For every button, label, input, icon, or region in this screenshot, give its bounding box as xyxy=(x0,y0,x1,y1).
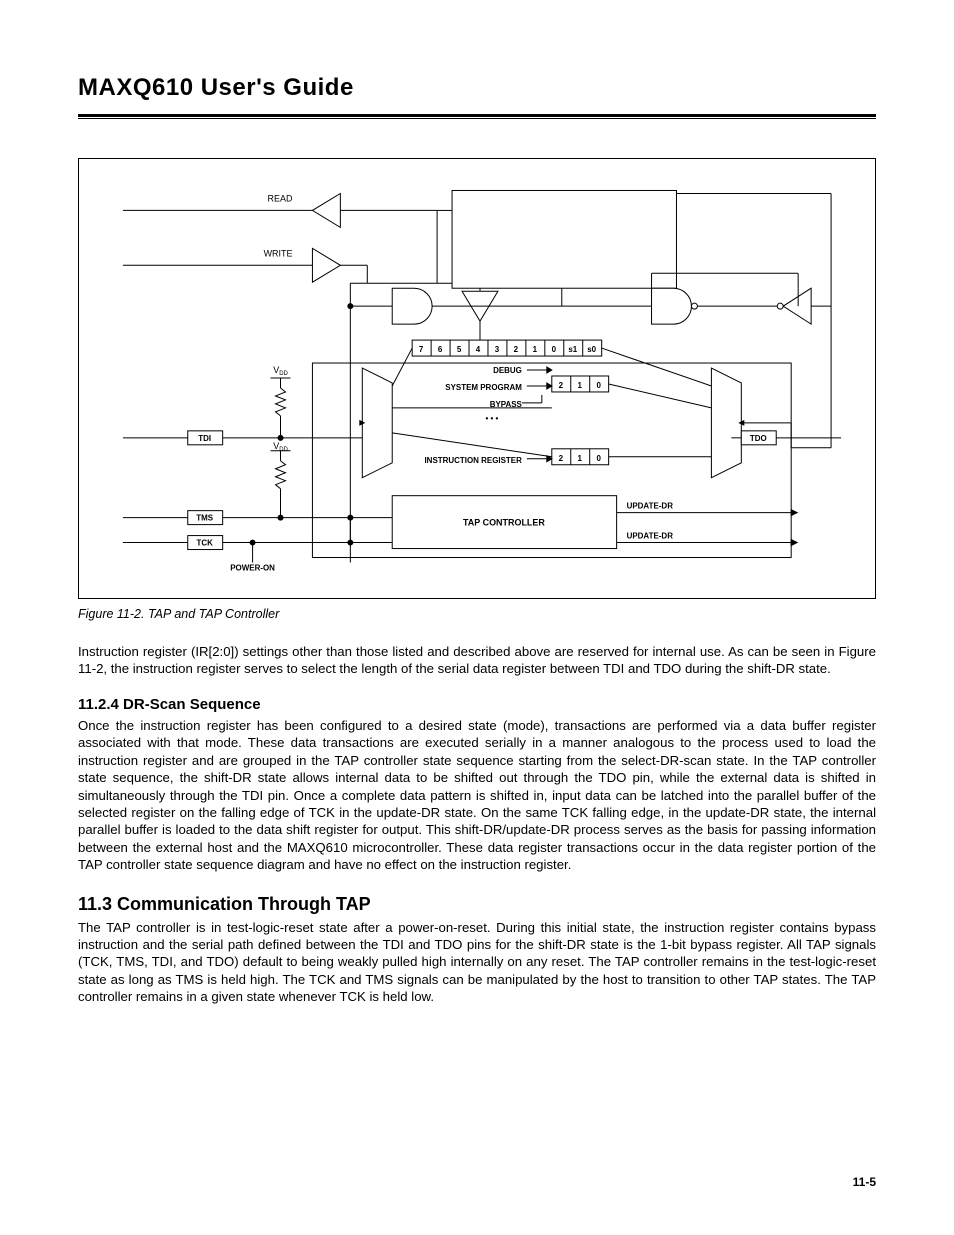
page-title: MAXQ610 User's Guide xyxy=(78,74,876,102)
figure-caption: Figure 11-2. TAP and TAP Controller xyxy=(78,607,876,621)
power-on-reset-label: POWER-ONRESET xyxy=(230,563,275,573)
bits-10-row: 7 6 5 4 3 2 1 0 s1 s0 xyxy=(412,340,602,356)
tck-label: TCK xyxy=(197,539,214,548)
tap-controller-label: TAP CONTROLLER xyxy=(463,518,545,528)
dots-label: • • • xyxy=(486,414,499,423)
debug-label: DEBUG xyxy=(493,366,522,375)
instruction-register-label: INSTRUCTION REGISTER xyxy=(424,456,522,465)
svg-text:3: 3 xyxy=(495,345,500,354)
update-dr-2-label: UPDATE-DR xyxy=(627,532,674,541)
tms-label: TMS xyxy=(196,514,213,523)
figure-11-2: READ WRITE 7 6 5 4 3 2 1 0 s1 s0 DEBUG S… xyxy=(78,158,876,599)
tap-diagram-svg: READ WRITE 7 6 5 4 3 2 1 0 s1 s0 DEBUG S… xyxy=(93,173,861,573)
svg-text:s0: s0 xyxy=(587,345,596,354)
svg-text:2: 2 xyxy=(514,345,519,354)
svg-text:0: 0 xyxy=(596,381,601,390)
page-number: 11-5 xyxy=(853,1175,876,1189)
vdd1-label: VDD xyxy=(273,365,288,377)
write-label: WRITE xyxy=(264,248,293,258)
bits-3b-row: 2 1 0 xyxy=(552,449,609,465)
svg-text:5: 5 xyxy=(457,345,462,354)
svg-text:0: 0 xyxy=(596,454,601,463)
bits-3a-row: 2 1 0 xyxy=(552,376,609,392)
system-program-label: SYSTEM PROGRAM xyxy=(445,383,522,392)
paragraph-1: Instruction register (IR[2:0]) settings … xyxy=(78,643,876,678)
svg-text:6: 6 xyxy=(438,345,443,354)
tdi-label: TDI xyxy=(198,434,211,443)
section-11-2-4-body: Once the instruction register has been c… xyxy=(78,717,876,874)
title-rule xyxy=(78,114,876,118)
svg-text:4: 4 xyxy=(476,345,481,354)
svg-text:1: 1 xyxy=(578,454,583,463)
update-dr-1-label: UPDATE-DR xyxy=(627,502,674,511)
section-11-3-body: The TAP controller is in test-logic-rese… xyxy=(78,919,876,1006)
svg-text:0: 0 xyxy=(552,345,557,354)
svg-text:1: 1 xyxy=(533,345,538,354)
svg-text:2: 2 xyxy=(559,454,564,463)
read-label: READ xyxy=(268,193,293,203)
heading-11-3: 11.3 Communication Through TAP xyxy=(78,894,876,915)
heading-11-2-4: 11.2.4 DR-Scan Sequence xyxy=(78,696,876,713)
svg-text:1: 1 xyxy=(578,381,583,390)
svg-text:s1: s1 xyxy=(568,345,577,354)
svg-text:2: 2 xyxy=(559,381,564,390)
tdo-label: TDO xyxy=(750,434,767,443)
svg-text:7: 7 xyxy=(419,345,424,354)
